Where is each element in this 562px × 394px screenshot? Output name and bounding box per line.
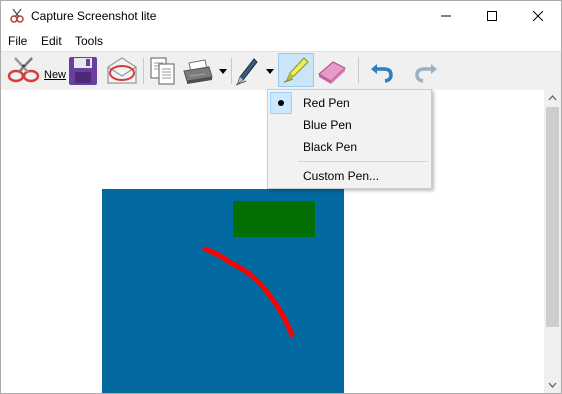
- redo-button[interactable]: [411, 54, 441, 86]
- highlighter-icon: [283, 57, 309, 83]
- pen-tool-button[interactable]: [234, 55, 278, 87]
- menu-bar: File Edit Tools: [1, 31, 561, 51]
- menu-item-label: Black Pen: [303, 140, 358, 154]
- maximize-button[interactable]: [469, 1, 515, 31]
- eraser-icon: [318, 61, 346, 84]
- menu-file[interactable]: File: [8, 34, 27, 48]
- print-dropdown-arrow-icon[interactable]: [219, 69, 227, 74]
- new-button-label: New: [44, 69, 67, 81]
- highlighter-tool-button[interactable]: [278, 53, 314, 87]
- copy-button[interactable]: [148, 55, 178, 87]
- app-scissors-icon: [9, 8, 25, 24]
- print-button[interactable]: [181, 55, 231, 87]
- scroll-up-arrow-icon: [548, 95, 557, 101]
- undo-arrow-icon: [371, 64, 393, 83]
- menu-item-red-pen[interactable]: Red Pen: [270, 92, 429, 114]
- envelope-icon: [107, 57, 137, 84]
- radio-bullet-icon: [278, 100, 284, 106]
- scrollbar-thumb[interactable]: [546, 107, 559, 327]
- toolbar-separator: [231, 58, 232, 84]
- copy-pages-icon: [150, 57, 175, 85]
- menu-item-blue-pen[interactable]: Blue Pen: [270, 114, 429, 136]
- scroll-down-arrow-icon: [548, 382, 557, 388]
- menu-tools[interactable]: Tools: [75, 34, 103, 48]
- close-icon: [533, 11, 543, 21]
- menu-item-custom-pen[interactable]: Custom Pen...: [270, 165, 429, 187]
- title-bar[interactable]: Capture Screenshot lite: [1, 1, 561, 31]
- pen-dropdown-menu: Red Pen Blue Pen Black Pen Custom Pen...: [267, 89, 432, 189]
- app-window: Capture Screenshot lite File Edit Tools …: [0, 0, 562, 394]
- minimize-icon: [441, 15, 451, 17]
- menu-item-label: Blue Pen: [303, 118, 352, 132]
- menu-item-label: Custom Pen...: [303, 169, 380, 183]
- floppy-disk-icon: [69, 57, 97, 85]
- maximize-icon: [487, 11, 497, 21]
- close-button[interactable]: [515, 1, 561, 31]
- toolbar-separator: [358, 57, 359, 83]
- pen-icon: [235, 58, 258, 86]
- scissors-icon: [7, 57, 40, 83]
- menu-edit[interactable]: Edit: [41, 34, 62, 48]
- window-title: Capture Screenshot lite: [31, 9, 157, 23]
- minimize-button[interactable]: [423, 1, 469, 31]
- redo-arrow-icon: [415, 64, 437, 83]
- vertical-scrollbar[interactable]: [544, 90, 561, 393]
- undo-button[interactable]: [367, 54, 397, 86]
- green-rectangle: [233, 201, 315, 237]
- eraser-button[interactable]: [315, 54, 349, 86]
- email-button[interactable]: [105, 55, 139, 87]
- printer-icon: [183, 59, 213, 84]
- toolbar-separator: [143, 58, 144, 84]
- menu-item-black-pen[interactable]: Black Pen: [270, 136, 429, 158]
- new-capture-button[interactable]: New: [4, 55, 67, 87]
- menu-separator: [298, 161, 428, 162]
- menu-item-label: Red Pen: [303, 96, 350, 110]
- pen-dropdown-arrow-icon[interactable]: [266, 69, 274, 74]
- save-button[interactable]: [67, 55, 99, 87]
